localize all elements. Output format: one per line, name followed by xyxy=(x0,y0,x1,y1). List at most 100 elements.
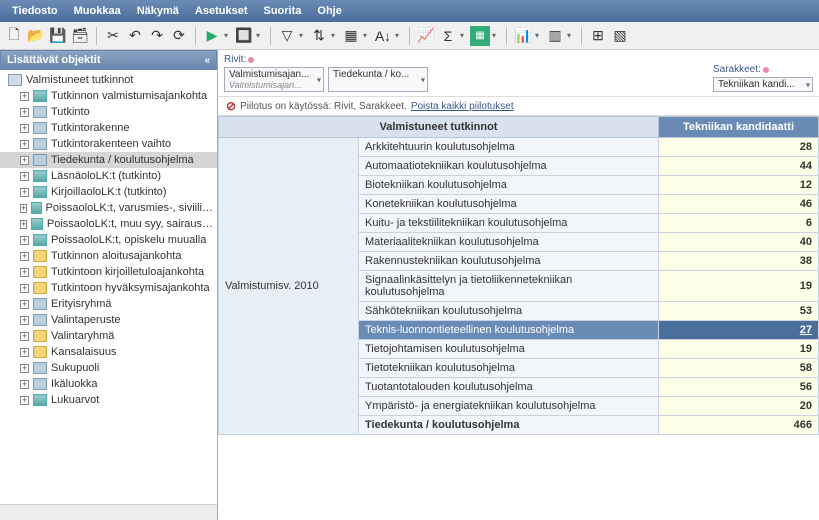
warning-icon: ⊘ xyxy=(226,99,236,113)
collapse-icon[interactable]: « xyxy=(204,55,210,66)
save-all-icon[interactable]: 🗃 xyxy=(70,26,90,46)
layout-icon[interactable]: ⊞ xyxy=(588,26,608,46)
expand-icon[interactable]: + xyxy=(20,364,29,373)
tree-item[interactable]: +LäsnäoloLK:t (tutkinto) xyxy=(0,168,217,184)
tree-item[interactable]: +Tutkinto xyxy=(0,104,217,120)
hier-icon xyxy=(33,298,47,310)
sidebar-header[interactable]: Lisättävät objektit « xyxy=(0,50,217,70)
row-chip-0[interactable]: Valmistumisajan... Valmistumisajan... ▾ xyxy=(224,67,324,92)
bar-icon xyxy=(33,394,47,406)
expand-icon[interactable]: + xyxy=(20,188,29,197)
row-name: Ympäristö- ja energiatekniikan koulutuso… xyxy=(359,397,659,416)
new-icon[interactable]: 🗋 xyxy=(4,26,24,46)
tree-item[interactable]: +PoissaoloLK:t, opiskelu muualla xyxy=(0,232,217,248)
tree-item[interactable]: +Erityisryhmä xyxy=(0,296,217,312)
expand-icon[interactable]: + xyxy=(20,284,29,293)
cut-icon[interactable]: ✂ xyxy=(103,26,123,46)
sort-icon[interactable]: ⇅ xyxy=(309,26,329,46)
object-tree: Valmistuneet tutkinnot + Tutkinnon valmis… xyxy=(0,70,217,504)
expand-icon[interactable]: + xyxy=(20,316,29,325)
toolbar: 🗋 📂 💾 🗃 ✂ ↶ ↷ ⟳ ▶ ▾ 🔲 ▾ ▽ ▾ ⇅ ▾ ▦ ▾ A↓ ▾… xyxy=(0,22,819,50)
row-name: Tietojohtamisen koulutusohjelma xyxy=(359,340,659,359)
expand-icon[interactable]: + xyxy=(20,92,29,101)
bar-chart-icon[interactable]: 📊 xyxy=(513,26,533,46)
tree-item[interactable]: +PoissaoloLK:t, muu syy, sairaus… xyxy=(0,216,217,232)
tree-item-label: Tutkintorakenteen vaihto xyxy=(51,138,171,150)
group-icon[interactable]: ▦ xyxy=(341,26,361,46)
expand-icon[interactable]: + xyxy=(20,236,29,245)
tree-item[interactable]: +Kansalaisuus xyxy=(0,344,217,360)
bar-icon xyxy=(31,202,41,214)
pivot-icon[interactable]: ▥ xyxy=(545,26,565,46)
total-name: Tiedekunta / koulutusohjelma xyxy=(359,416,659,435)
menu-asetukset[interactable]: Asetukset xyxy=(187,3,256,19)
query-icon[interactable]: 🔲 xyxy=(234,26,254,46)
menu-muokkaa[interactable]: Muokkaa xyxy=(66,3,129,19)
grid-col-header[interactable]: Tekniikan kandidaatti xyxy=(659,117,819,138)
calc-icon[interactable]: ▦ xyxy=(470,26,490,46)
expand-icon[interactable]: + xyxy=(20,300,29,309)
chevron-down-icon[interactable]: ▾ xyxy=(317,75,321,84)
row-value: 53 xyxy=(659,302,819,321)
tree-item[interactable]: +Sukupuoli xyxy=(0,360,217,376)
expand-icon[interactable]: + xyxy=(20,204,27,213)
tree-item[interactable]: +Ikäluokka xyxy=(0,376,217,392)
tree-item[interactable]: +Tutkintorakenne xyxy=(0,120,217,136)
expand-icon[interactable]: + xyxy=(20,396,29,405)
tree-root[interactable]: Valmistuneet tutkinnot xyxy=(0,72,217,88)
expand-icon[interactable]: + xyxy=(20,220,27,229)
chart-icon[interactable]: 📈 xyxy=(416,26,436,46)
rank-icon[interactable]: A↓ xyxy=(373,26,393,46)
save-icon[interactable]: 💾 xyxy=(48,26,68,46)
expand-icon[interactable]: + xyxy=(20,332,29,341)
tree-item[interactable]: +Tutkinnon aloitusajankohta xyxy=(0,248,217,264)
expand-icon[interactable]: + xyxy=(20,252,29,261)
tree-item-label: Tiedekunta / koulutusohjelma xyxy=(51,154,194,166)
tree-item[interactable]: +PoissaoloLK:t, varusmies-, siviili… xyxy=(0,200,217,216)
redo-icon[interactable]: ↷ xyxy=(147,26,167,46)
row-name: Sähkötekniikan koulutusohjelma xyxy=(359,302,659,321)
tree-item[interactable]: + Tutkintorakenteen vaihto xyxy=(0,136,217,152)
row-value: 38 xyxy=(659,252,819,271)
tree-item[interactable]: + Tutkinnon valmistumisajankohta xyxy=(0,88,217,104)
tree-item[interactable]: +Tutkintoon kirjoilletuloajankohta xyxy=(0,264,217,280)
menu-ohje[interactable]: Ohje xyxy=(309,3,349,19)
chevron-down-icon[interactable]: ▾ xyxy=(806,80,810,89)
filter-icon[interactable]: ▽ xyxy=(277,26,297,46)
col-chip-0[interactable]: Tekniikan kandi... ▾ xyxy=(713,77,813,92)
expand-icon[interactable]: + xyxy=(20,348,29,357)
expand-icon[interactable]: + xyxy=(20,140,29,149)
refresh-icon[interactable]: ⟳ xyxy=(169,26,189,46)
tree-item[interactable]: +Valintaryhmä xyxy=(0,328,217,344)
expand-icon[interactable]: + xyxy=(20,172,29,181)
tree-item[interactable]: +KirjoillaoloLK:t (tutkinto) xyxy=(0,184,217,200)
bar-icon xyxy=(31,218,42,230)
grid-main-header: Valmistuneet tutkinnot xyxy=(219,117,659,138)
open-icon[interactable]: 📂 xyxy=(26,26,46,46)
row-name: Materiaalitekniikan koulutusohjelma xyxy=(359,233,659,252)
table-row[interactable]: Valmistumisv. 2010Arkkitehtuurin koulutu… xyxy=(219,138,819,157)
expand-icon[interactable]: + xyxy=(20,268,29,277)
expand-icon[interactable]: + xyxy=(20,156,29,165)
menu-suorita[interactable]: Suorita xyxy=(256,3,310,19)
menu-tiedosto[interactable]: Tiedosto xyxy=(4,3,66,19)
row-chip-1[interactable]: Tiedekunta / ko... ▾ xyxy=(328,67,428,92)
expand-icon[interactable]: + xyxy=(20,124,29,133)
menu-nakyma[interactable]: Näkymä xyxy=(129,3,187,19)
options-icon[interactable]: ▧ xyxy=(610,26,630,46)
tree-item[interactable]: +Valintaperuste xyxy=(0,312,217,328)
tree-item[interactable]: +Lukuarvot xyxy=(0,392,217,408)
undo-icon[interactable]: ↶ xyxy=(125,26,145,46)
row-value: 12 xyxy=(659,176,819,195)
sum-icon[interactable]: Σ xyxy=(438,26,458,46)
tree-item-label: Tutkinnon valmistumisajankohta xyxy=(51,90,207,102)
tree-item[interactable]: +Tutkintoon hyväksymisajankohta xyxy=(0,280,217,296)
expand-icon[interactable]: + xyxy=(20,108,29,117)
tree-item[interactable]: + Tiedekunta / koulutusohjelma xyxy=(0,152,217,168)
data-grid-wrap[interactable]: Valmistuneet tutkinnot Tekniikan kandida… xyxy=(218,116,819,520)
clear-filters-link[interactable]: Poista kaikki piilotukset xyxy=(411,101,514,112)
chevron-down-icon[interactable]: ▾ xyxy=(421,75,425,84)
run-icon[interactable]: ▶ xyxy=(202,26,222,46)
row-value: 56 xyxy=(659,378,819,397)
expand-icon[interactable]: + xyxy=(20,380,29,389)
